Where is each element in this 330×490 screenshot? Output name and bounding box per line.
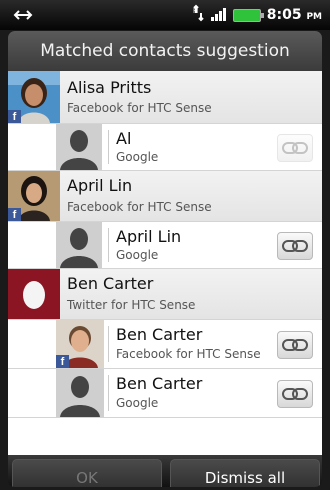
contact-photo: f bbox=[8, 171, 60, 221]
match-source: Google bbox=[116, 150, 159, 164]
link-contacts-button[interactable] bbox=[277, 380, 313, 408]
status-clock: 8:05 PM bbox=[266, 7, 322, 23]
match-source: Google bbox=[116, 248, 159, 262]
link-contacts-icon bbox=[282, 388, 308, 400]
match-source: Facebook for HTC Sense bbox=[116, 347, 261, 361]
contact-name: April Lin bbox=[67, 176, 133, 195]
row-divider bbox=[108, 375, 109, 411]
link-contacts-icon bbox=[282, 240, 308, 252]
suggested-match-row[interactable]: Al Google bbox=[8, 124, 322, 171]
default-contact-icon bbox=[56, 124, 102, 170]
row-divider bbox=[108, 228, 109, 262]
link-contacts-button[interactable] bbox=[277, 331, 313, 359]
parent-contact-row[interactable]: Ben Carter Twitter for HTC Sense bbox=[8, 269, 322, 320]
dismiss-all-button[interactable]: Dismiss all bbox=[170, 459, 320, 487]
matched-contacts-dialog: Matched contacts suggestion f Alisa Prit… bbox=[8, 31, 322, 487]
battery-icon bbox=[232, 8, 264, 22]
match-name: Al bbox=[116, 129, 132, 148]
match-name: April Lin bbox=[116, 227, 182, 246]
contact-match-list[interactable]: f Alisa Pritts Facebook for HTC Sense Al… bbox=[8, 71, 322, 455]
link-contacts-button[interactable] bbox=[277, 134, 313, 162]
contact-source: Facebook for HTC Sense bbox=[67, 200, 212, 214]
data-transfer-icon: H bbox=[193, 4, 205, 26]
ok-button[interactable]: OK bbox=[12, 459, 162, 487]
contact-photo: f bbox=[8, 71, 60, 123]
dialog-footer: OK Dismiss all bbox=[8, 455, 322, 487]
match-name: Ben Carter bbox=[116, 325, 203, 344]
parent-contact-row[interactable]: f Alisa Pritts Facebook for HTC Sense bbox=[8, 71, 322, 124]
facebook-badge-icon: f bbox=[8, 208, 21, 221]
contact-photo: f bbox=[56, 320, 104, 368]
row-divider bbox=[108, 130, 109, 164]
signal-bars-icon bbox=[210, 6, 227, 25]
suggested-match-row[interactable]: f Ben Carter Facebook for HTC Sense bbox=[8, 320, 322, 369]
contact-name: Alisa Pritts bbox=[67, 78, 152, 97]
default-contact-icon bbox=[56, 369, 104, 417]
usb-sync-icon bbox=[12, 7, 34, 23]
facebook-badge-icon: f bbox=[56, 355, 69, 368]
facebook-badge-icon: f bbox=[8, 110, 21, 123]
status-bar: H 8:05 PM bbox=[0, 0, 330, 30]
suggested-match-row[interactable]: Ben Carter Google bbox=[8, 369, 322, 418]
twitter-egg-icon bbox=[8, 269, 60, 319]
contact-name: Ben Carter bbox=[67, 274, 154, 293]
link-contacts-icon bbox=[282, 339, 308, 351]
parent-contact-row[interactable]: f April Lin Facebook for HTC Sense bbox=[8, 171, 322, 222]
default-contact-icon bbox=[56, 222, 102, 268]
dialog-title: Matched contacts suggestion bbox=[8, 31, 322, 71]
row-divider bbox=[108, 326, 109, 362]
link-contacts-button[interactable] bbox=[277, 232, 313, 260]
contact-source: Facebook for HTC Sense bbox=[67, 101, 212, 115]
match-source: Google bbox=[116, 396, 159, 410]
link-contacts-icon bbox=[282, 142, 308, 154]
contact-source: Twitter for HTC Sense bbox=[67, 298, 196, 312]
svg-text:H: H bbox=[193, 7, 198, 15]
suggested-match-row[interactable]: April Lin Google bbox=[8, 222, 322, 269]
match-name: Ben Carter bbox=[116, 374, 203, 393]
